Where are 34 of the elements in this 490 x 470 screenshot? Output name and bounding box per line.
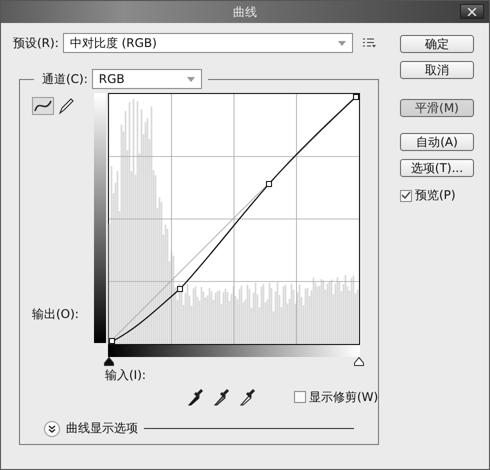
menu-icon[interactable] xyxy=(362,38,376,48)
preset-dropdown[interactable]: 中对比度 (RGB) xyxy=(62,33,353,53)
input-label: 输入(I): xyxy=(105,367,147,384)
eyedropper-icon[interactable] xyxy=(240,388,256,406)
dialog-button[interactable]: 取消 xyxy=(400,61,474,79)
display-options-label: 曲线显示选项 xyxy=(66,420,138,437)
caret-icon xyxy=(186,76,195,82)
curve-point[interactable] xyxy=(177,286,183,292)
input-slider[interactable] xyxy=(104,357,114,366)
preview-checkbox[interactable] xyxy=(400,190,412,202)
output-label: 输出(O): xyxy=(32,306,80,323)
eyedropper-icon[interactable] xyxy=(188,388,204,406)
curve-point[interactable] xyxy=(353,94,359,100)
preset-label: 预设(R): xyxy=(13,34,59,52)
dialog-button[interactable]: 选项(T)... xyxy=(400,159,474,177)
input-slider[interactable] xyxy=(354,357,364,366)
close-button[interactable] xyxy=(460,4,484,19)
curve-tool-icon[interactable] xyxy=(32,97,54,115)
show-clipping-label: 显示修剪(W) xyxy=(309,388,378,406)
show-clipping-checkbox[interactable] xyxy=(294,391,306,403)
dialog-button[interactable]: 确定 xyxy=(400,35,474,53)
dialog-button[interactable]: 自动(A) xyxy=(400,133,474,151)
pencil-icon[interactable] xyxy=(58,97,74,115)
double-chevron-icon xyxy=(48,424,56,432)
expand-button[interactable] xyxy=(44,420,60,436)
curve-point[interactable] xyxy=(109,338,115,344)
channel-label: 通道(C): xyxy=(42,70,88,88)
eyedropper-icon[interactable] xyxy=(214,388,230,406)
preview-label: 预览(P) xyxy=(415,187,456,204)
window-title: 曲线 xyxy=(233,4,257,20)
close-icon xyxy=(467,8,477,16)
channel-dropdown[interactable]: RGB xyxy=(92,69,202,89)
curve-point[interactable] xyxy=(266,181,272,187)
caret-icon xyxy=(338,40,346,46)
